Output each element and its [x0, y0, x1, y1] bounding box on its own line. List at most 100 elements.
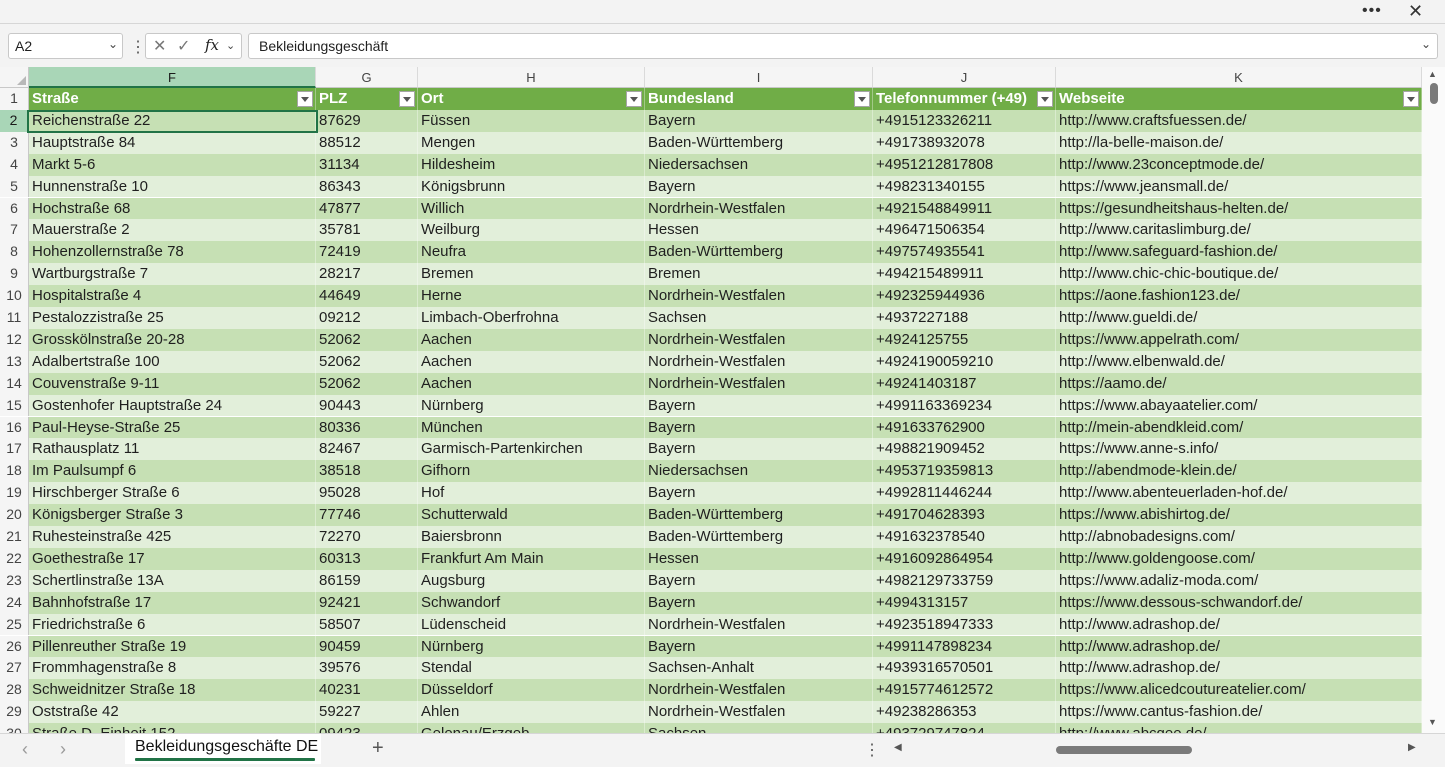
table-cell[interactable]: Im Paulsumpf 6	[29, 460, 316, 483]
table-cell[interactable]: +4915774612572	[873, 679, 1056, 702]
table-cell[interactable]: München	[418, 416, 645, 439]
header-cell[interactable]: Ort	[418, 88, 645, 110]
table-cell[interactable]: +4937227188	[873, 307, 1056, 329]
table-cell[interactable]: 09423	[316, 723, 418, 733]
table-cell[interactable]: Nordrhein-Westfalen	[645, 350, 873, 373]
table-cell[interactable]: Reichenstraße 22	[29, 109, 316, 132]
row-number[interactable]: 19	[0, 482, 29, 505]
table-cell[interactable]: Nordrhein-Westfalen	[645, 701, 873, 724]
table-cell[interactable]: Nürnberg	[418, 394, 645, 417]
table-cell[interactable]: Adalbertstraße 100	[29, 350, 316, 373]
table-cell[interactable]: 09212	[316, 307, 418, 329]
row-number[interactable]: 10	[0, 285, 29, 307]
column-header-g[interactable]: G	[316, 67, 418, 88]
table-cell[interactable]: +4982129733759	[873, 569, 1056, 592]
add-sheet-button[interactable]: +	[372, 737, 384, 760]
row-number[interactable]: 16	[0, 416, 29, 439]
check-icon[interactable]: ✓	[177, 36, 190, 56]
table-cell[interactable]: 86159	[316, 569, 418, 592]
table-cell[interactable]: Gifhorn	[418, 460, 645, 483]
scroll-down-icon[interactable]: ▼	[1428, 717, 1437, 727]
column-header-j[interactable]: J	[873, 67, 1056, 88]
row-number[interactable]: 21	[0, 526, 29, 548]
table-cell[interactable]: 47877	[316, 197, 418, 220]
table-cell[interactable]: http://www.caritaslimburg.de/	[1056, 219, 1422, 242]
scroll-left-icon[interactable]: ◀	[894, 742, 902, 753]
horizontal-scroll-thumb[interactable]	[1056, 746, 1192, 754]
table-cell[interactable]: Goethestraße 17	[29, 547, 316, 570]
table-cell[interactable]: +494215489911	[873, 263, 1056, 286]
table-cell[interactable]: Nordrhein-Westfalen	[645, 679, 873, 702]
table-cell[interactable]: http://www.adrashop.de/	[1056, 635, 1422, 658]
table-cell[interactable]: 58507	[316, 613, 418, 636]
table-cell[interactable]: 72419	[316, 241, 418, 264]
row-number[interactable]: 1	[0, 88, 29, 110]
table-cell[interactable]: 90459	[316, 635, 418, 658]
table-cell[interactable]: +49241403187	[873, 372, 1056, 395]
table-cell[interactable]: Augsburg	[418, 569, 645, 592]
table-cell[interactable]: 52062	[316, 350, 418, 373]
table-cell[interactable]: Hochstraße 68	[29, 197, 316, 220]
table-cell[interactable]: https://www.cantus-fashion.de/	[1056, 701, 1422, 724]
table-cell[interactable]: Baden-Württemberg	[645, 526, 873, 548]
table-cell[interactable]: 72270	[316, 526, 418, 548]
filter-dropdown-icon[interactable]	[626, 91, 642, 107]
prev-sheet-icon[interactable]: ‹	[22, 739, 28, 760]
table-cell[interactable]: 28217	[316, 263, 418, 286]
table-cell[interactable]: Lüdenscheid	[418, 613, 645, 636]
table-cell[interactable]: https://gesundheitshaus-helten.de/	[1056, 197, 1422, 220]
header-cell[interactable]: Bundesland	[645, 88, 873, 110]
insert-function-icon[interactable]: fx	[205, 36, 219, 54]
table-cell[interactable]: 87629	[316, 109, 418, 132]
table-cell[interactable]: Stendal	[418, 657, 645, 680]
chevron-down-icon[interactable]: ⌄	[108, 37, 118, 51]
table-cell[interactable]: Nordrhein-Westfalen	[645, 197, 873, 220]
table-cell[interactable]: Grosskölnstraße 20-28	[29, 328, 316, 351]
row-number[interactable]: 12	[0, 328, 29, 351]
table-cell[interactable]: Nürnberg	[418, 635, 645, 658]
table-cell[interactable]: Niedersachsen	[645, 460, 873, 483]
table-cell[interactable]: +498231340155	[873, 175, 1056, 198]
table-cell[interactable]: Hirschberger Straße 6	[29, 482, 316, 505]
table-cell[interactable]: http://www.gueldi.de/	[1056, 307, 1422, 329]
table-cell[interactable]: 52062	[316, 372, 418, 395]
table-cell[interactable]: +498821909452	[873, 438, 1056, 461]
table-cell[interactable]: +4921548849911	[873, 197, 1056, 220]
close-icon[interactable]: ✕	[1408, 1, 1423, 22]
table-cell[interactable]: Bayern	[645, 635, 873, 658]
table-cell[interactable]: Gelenau/Erzgeb.	[418, 723, 645, 733]
table-cell[interactable]: Mauerstraße 2	[29, 219, 316, 242]
table-cell[interactable]: Hessen	[645, 219, 873, 242]
table-cell[interactable]: Aachen	[418, 350, 645, 373]
table-cell[interactable]: +491704628393	[873, 504, 1056, 526]
table-cell[interactable]: 82467	[316, 438, 418, 461]
table-cell[interactable]: Sachsen-Anhalt	[645, 657, 873, 680]
table-cell[interactable]: http://mein-abendkleid.com/	[1056, 416, 1422, 439]
table-cell[interactable]: 52062	[316, 328, 418, 351]
select-all-corner[interactable]	[0, 67, 29, 88]
filter-dropdown-icon[interactable]	[399, 91, 415, 107]
table-cell[interactable]: Bayern	[645, 416, 873, 439]
header-cell[interactable]: Straße	[29, 88, 316, 110]
header-cell[interactable]: PLZ	[316, 88, 418, 110]
row-number[interactable]: 30	[0, 723, 29, 733]
table-cell[interactable]: Willich	[418, 197, 645, 220]
more-vertical-icon[interactable]: ⋮	[864, 740, 880, 760]
table-cell[interactable]: 80336	[316, 416, 418, 439]
table-cell[interactable]: Baden-Württemberg	[645, 131, 873, 154]
table-cell[interactable]: Hildesheim	[418, 153, 645, 176]
row-number[interactable]: 13	[0, 350, 29, 373]
table-cell[interactable]: Nordrhein-Westfalen	[645, 285, 873, 307]
table-cell[interactable]: +4915123326211	[873, 109, 1056, 132]
table-cell[interactable]: Limbach-Oberfrohna	[418, 307, 645, 329]
table-cell[interactable]: Markt 5-6	[29, 153, 316, 176]
table-cell[interactable]: Bayern	[645, 438, 873, 461]
row-number[interactable]: 18	[0, 460, 29, 483]
table-cell[interactable]: Bremen	[645, 263, 873, 286]
table-cell[interactable]: Bayern	[645, 394, 873, 417]
row-number[interactable]: 24	[0, 591, 29, 614]
table-cell[interactable]: 60313	[316, 547, 418, 570]
table-cell[interactable]: Gostenhofer Hauptstraße 24	[29, 394, 316, 417]
table-cell[interactable]: +493729747824	[873, 723, 1056, 733]
spreadsheet-grid[interactable]: F G H I J K 1 Straße PLZ Ort Bundesland Telefonnumm…	[0, 67, 1422, 733]
